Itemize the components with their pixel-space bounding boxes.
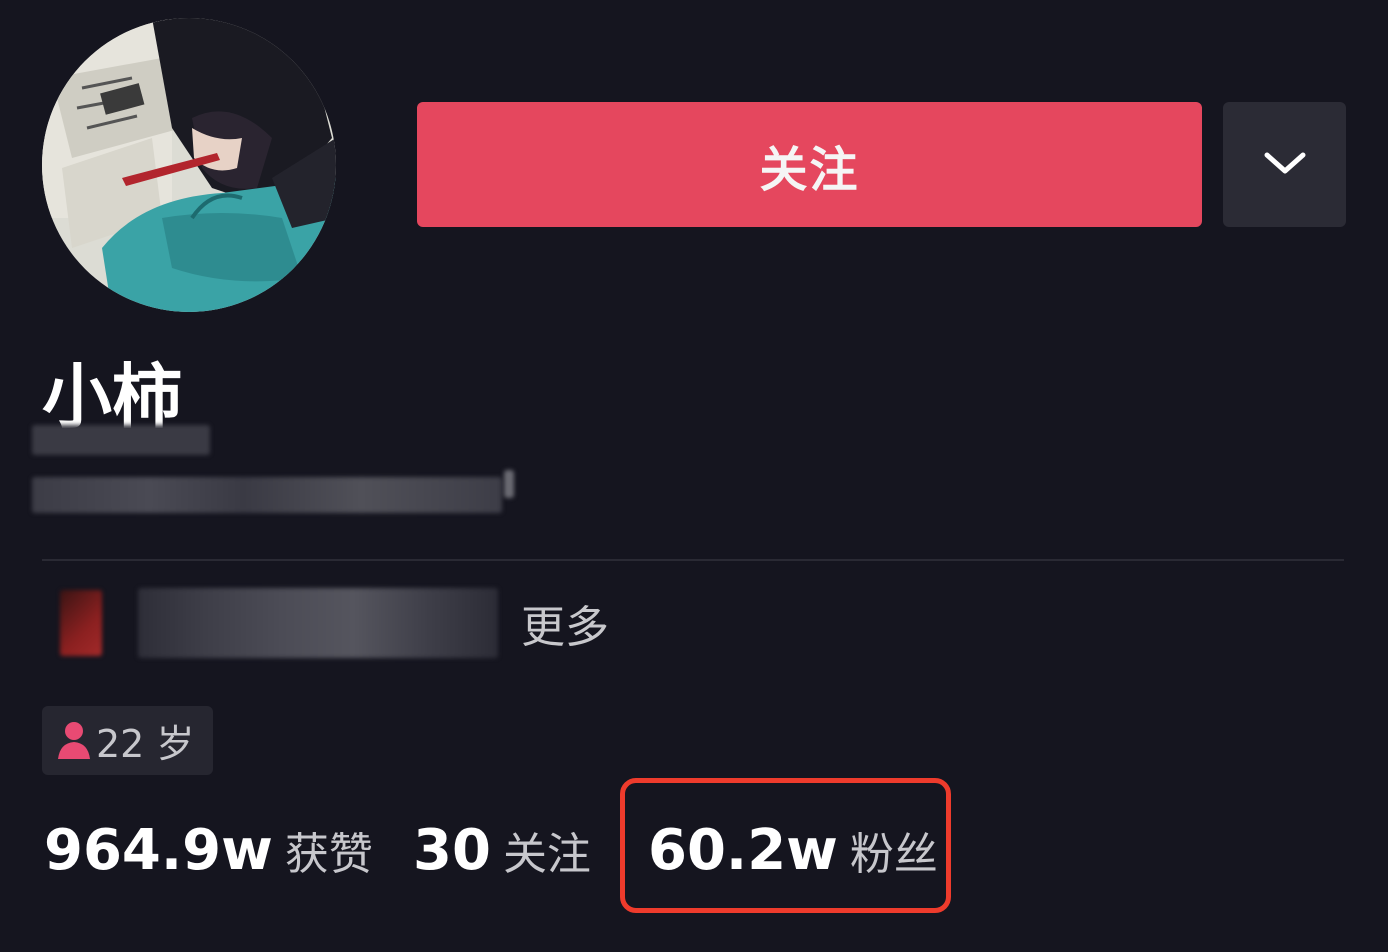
blurred-signature-tail	[504, 470, 514, 498]
likes-stat: 964.9w 获赞	[44, 818, 373, 883]
more-link[interactable]: 更多	[521, 598, 609, 658]
likes-count: 964.9w	[44, 818, 273, 883]
follow-button[interactable]: 关注	[417, 102, 1202, 227]
likes-label: 获赞	[284, 829, 373, 880]
following-count: 30	[413, 818, 491, 883]
age-label: 22 岁	[96, 722, 195, 766]
age-tag: 22 岁	[42, 706, 213, 775]
followers-highlight-box	[620, 778, 951, 913]
blurred-info-text	[138, 588, 498, 658]
blurred-signature-line-1	[32, 425, 210, 455]
following-stat[interactable]: 30 关注	[413, 818, 591, 883]
following-label: 关注	[502, 829, 591, 880]
chevron-down-icon	[1263, 149, 1307, 181]
blurred-info-thumbnail	[60, 590, 102, 656]
blurred-signature-line-2	[32, 477, 502, 513]
follow-button-label: 关注	[759, 141, 860, 198]
female-user-icon	[56, 719, 92, 763]
avatar-illustration	[42, 18, 336, 312]
section-divider	[42, 559, 1344, 561]
avatar[interactable]	[42, 18, 336, 312]
more-options-button[interactable]	[1223, 102, 1346, 227]
